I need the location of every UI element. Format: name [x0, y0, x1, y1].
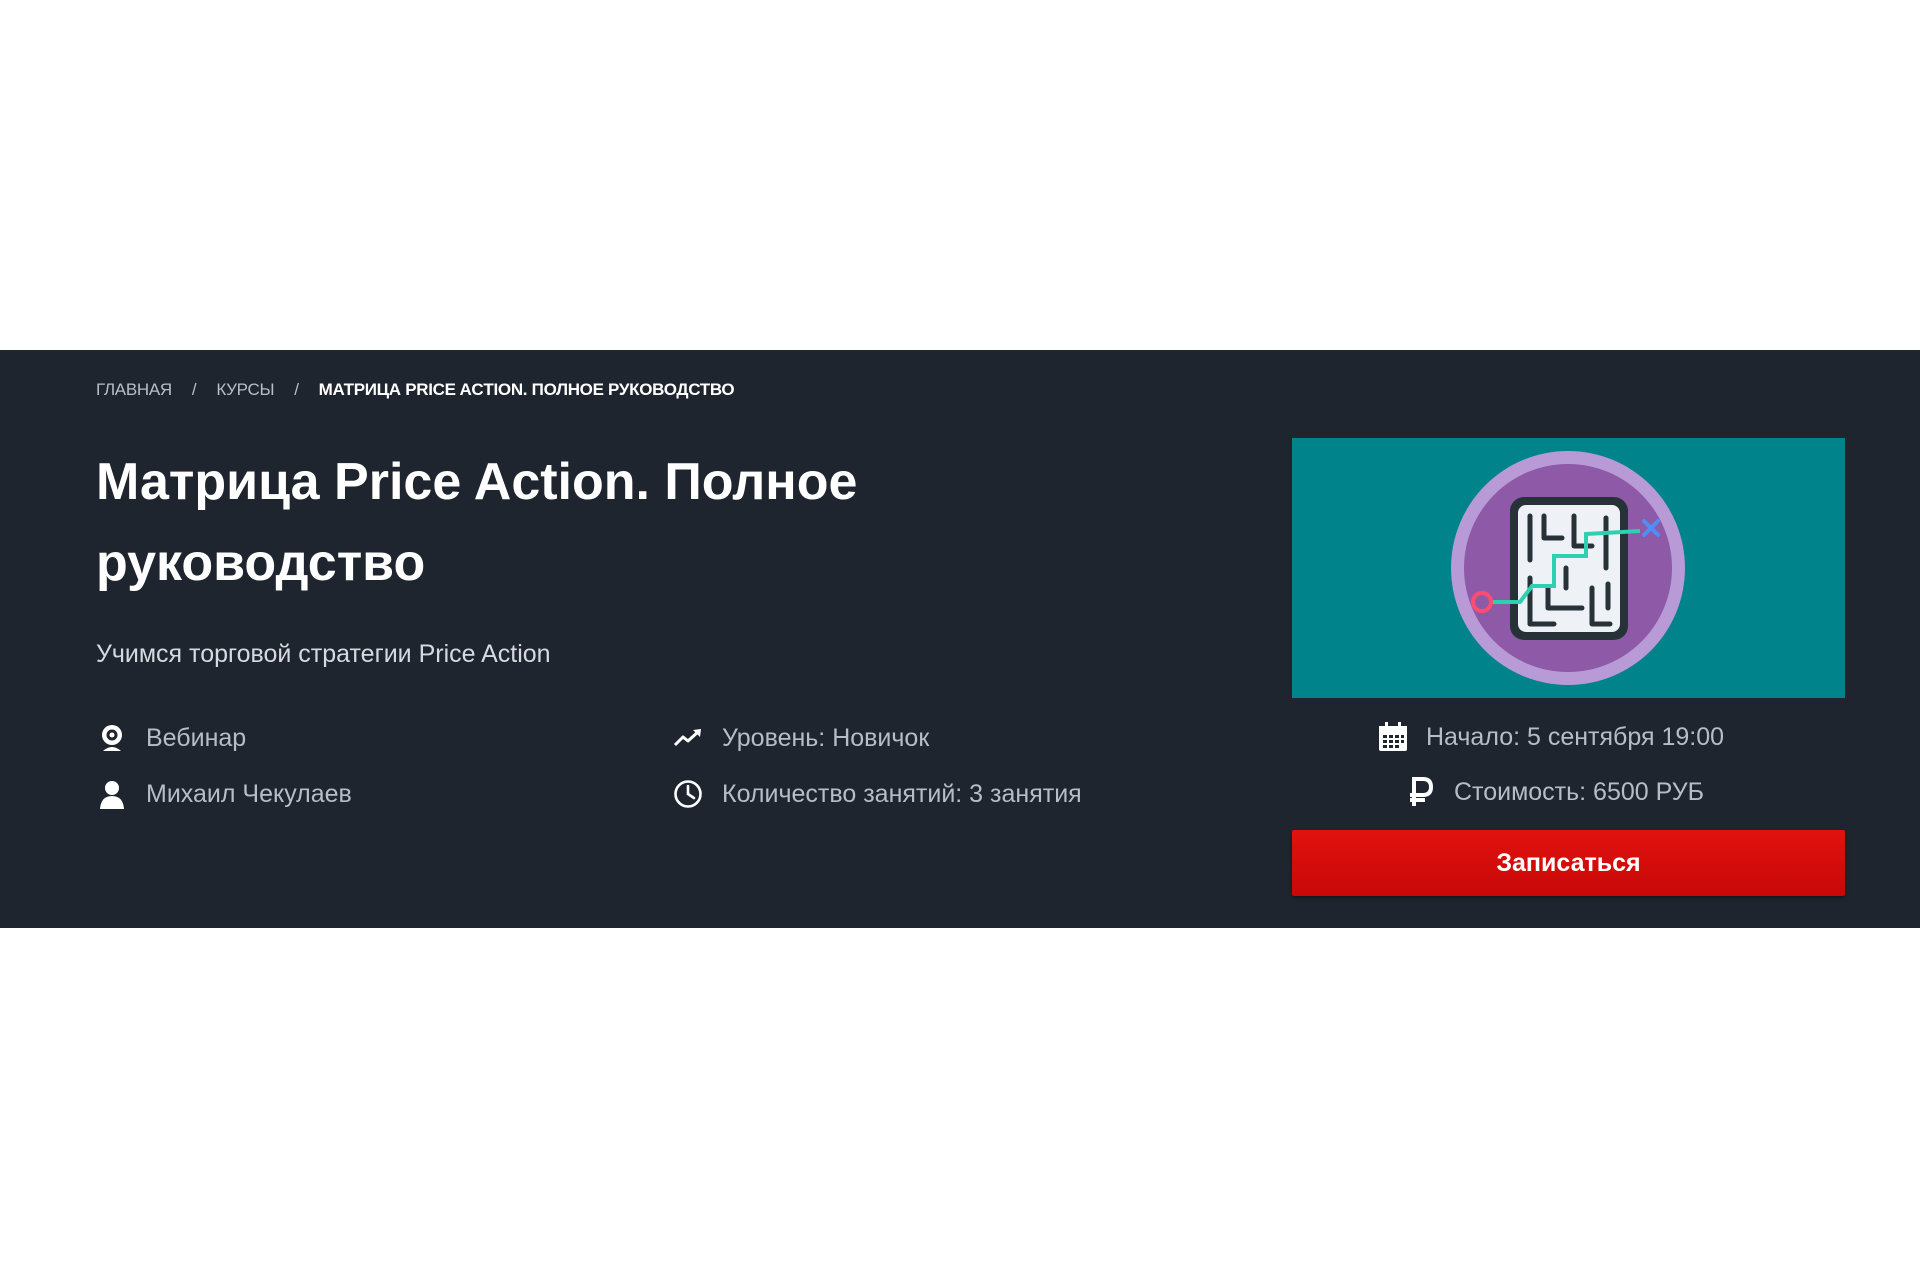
- ruble-icon: [1404, 775, 1438, 809]
- meta-lessons: Количество занятий: 3 занятия: [672, 778, 1082, 810]
- breadcrumb-separator: /: [191, 380, 197, 399]
- trending-up-icon: [672, 722, 704, 754]
- breadcrumb-home[interactable]: Главная: [96, 380, 172, 400]
- page: Главная / Курсы / Матрица Price Action. …: [0, 0, 1920, 1280]
- webcam-icon: [96, 722, 128, 754]
- meta-author: Михаил Чекулаев: [96, 778, 352, 810]
- breadcrumb-courses[interactable]: Курсы: [216, 380, 274, 400]
- meta-author-label: Михаил Чекулаев: [146, 779, 352, 808]
- breadcrumb-current: Матрица Price Action. Полное руководство: [318, 380, 735, 399]
- maze-icon: [1451, 451, 1685, 685]
- meta-format-label: Вебинар: [146, 723, 247, 752]
- price: Стоимость: 6500 РУБ: [1404, 775, 1704, 809]
- meta-lessons-label: Количество занятий: 3 занятия: [722, 779, 1082, 808]
- breadcrumb: Главная / Курсы / Матрица Price Action. …: [96, 380, 735, 400]
- breadcrumb-separator: /: [294, 380, 299, 399]
- calendar-icon: [1376, 720, 1410, 754]
- page-title: Матрица Price Action. Полное руководство: [96, 453, 858, 592]
- course-subtitle: Учимся торговой стратегии Price Action: [96, 640, 551, 668]
- meta-format: Вебинар: [96, 722, 246, 754]
- enroll-button[interactable]: Записаться: [1292, 830, 1845, 896]
- meta-level: Уровень: Новичок: [672, 722, 929, 754]
- price-label: Стоимость: 6500 РУБ: [1454, 777, 1705, 806]
- course-image: [1292, 438, 1845, 698]
- start-date-label: Начало: 5 сентября 19:00: [1426, 722, 1725, 751]
- course-hero: Главная / Курсы / Матрица Price Action. …: [0, 350, 1920, 928]
- user-icon: [96, 778, 128, 810]
- meta-level-label: Уровень: Новичок: [722, 723, 930, 752]
- clock-icon: [672, 778, 704, 810]
- start-date: Начало: 5 сентября 19:00: [1376, 720, 1724, 754]
